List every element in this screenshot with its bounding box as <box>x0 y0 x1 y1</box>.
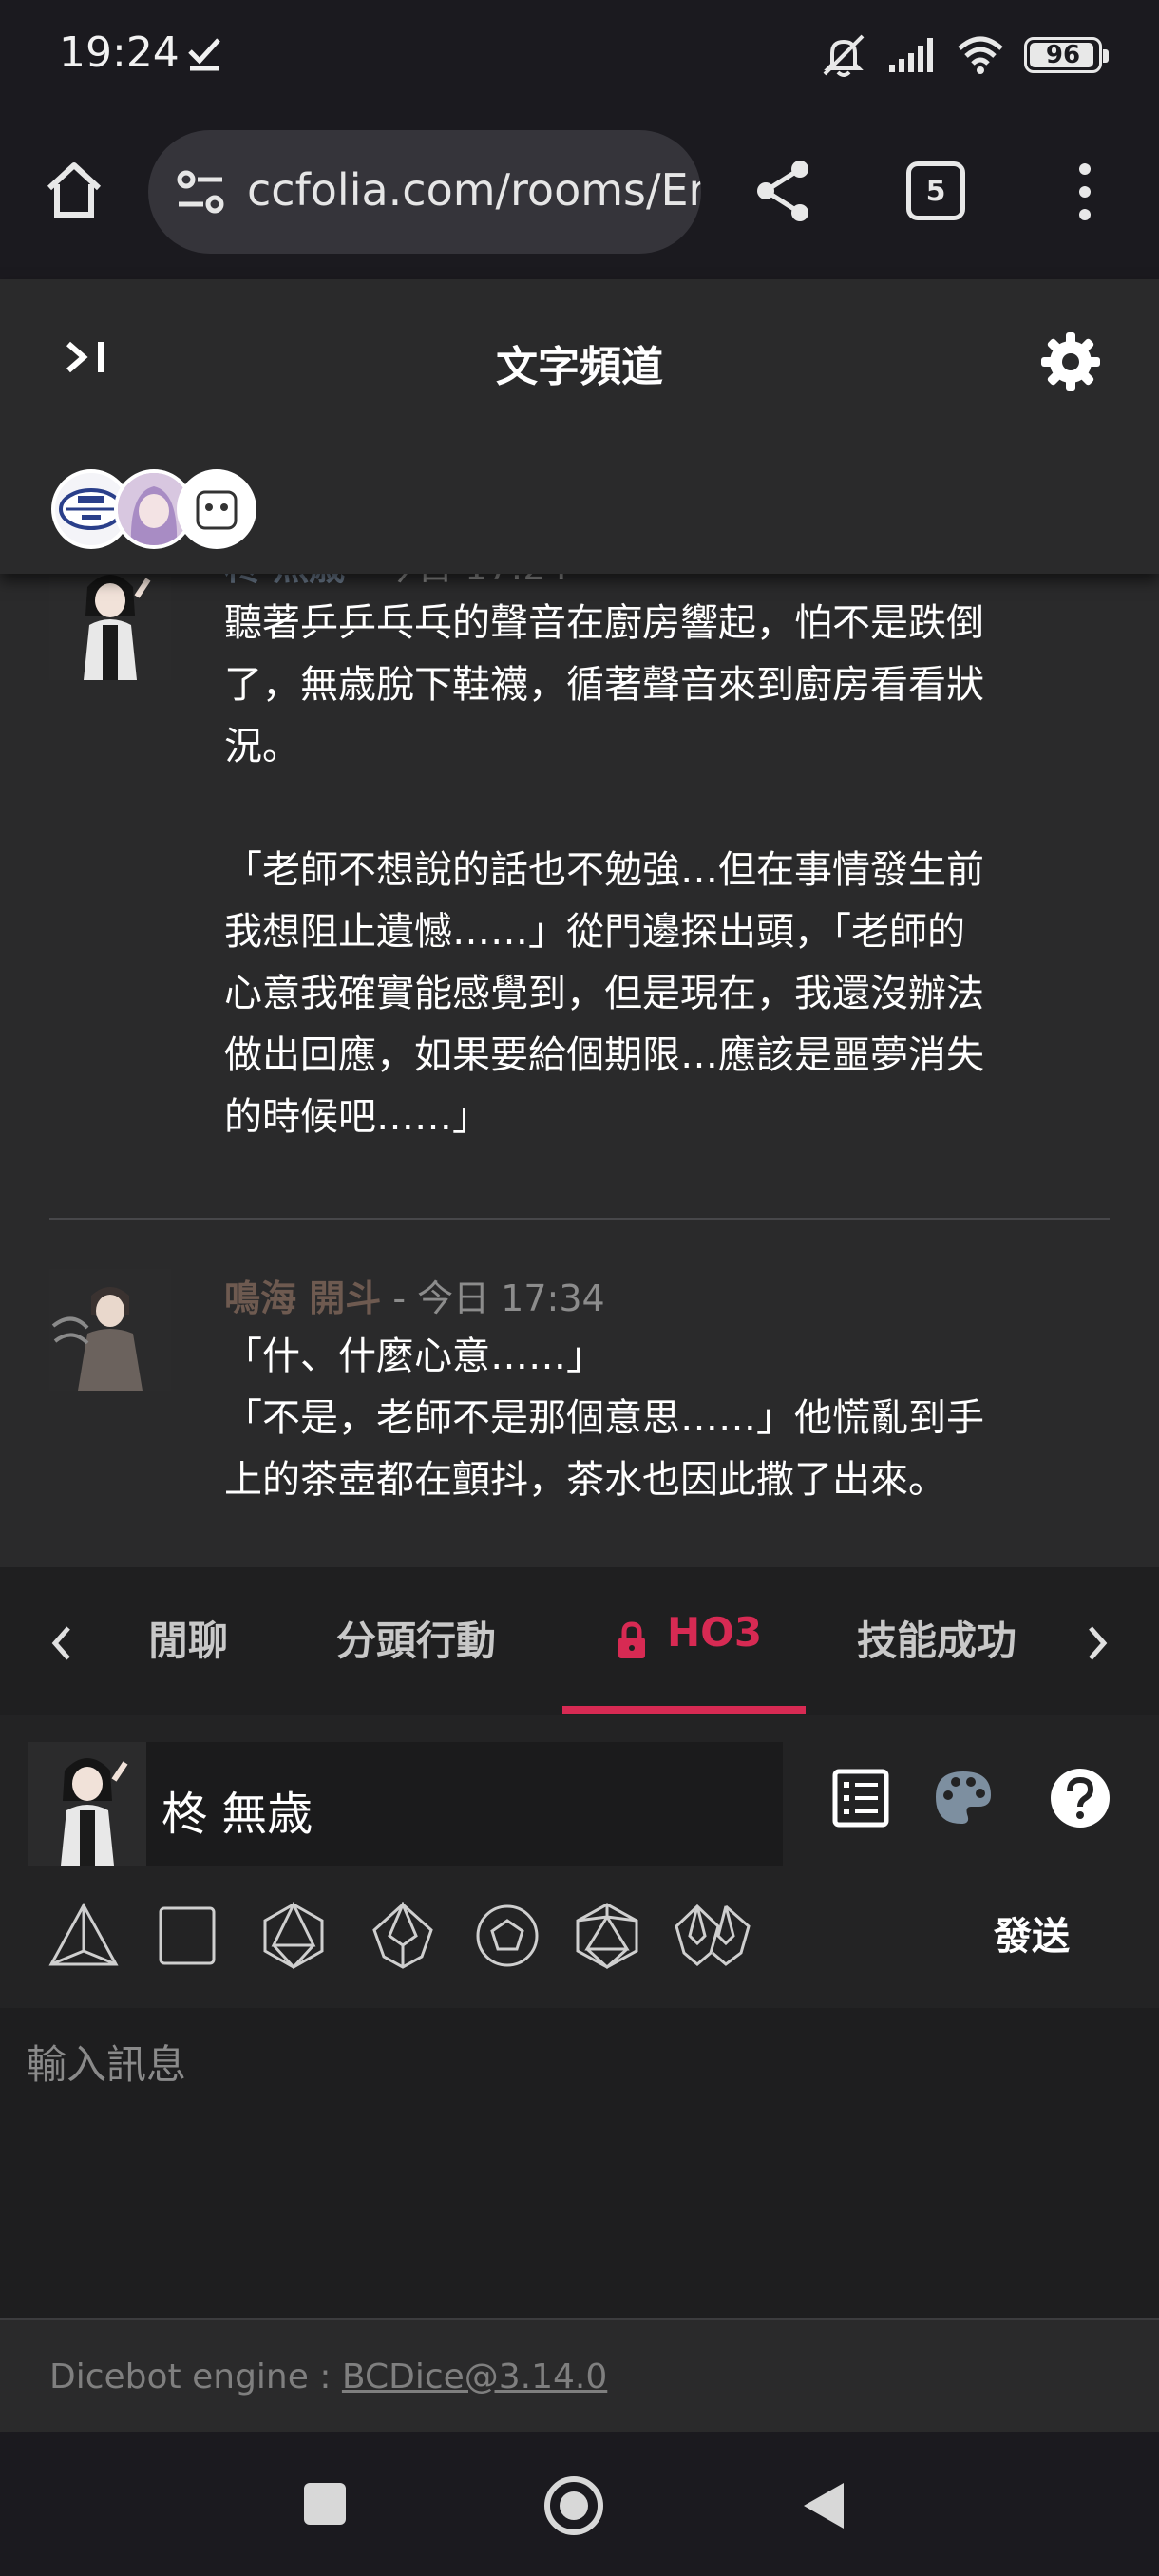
status-bar: 19:24 96 <box>0 0 1159 114</box>
tab-split-action[interactable]: 分頭行動 <box>336 1609 496 1667</box>
d6-dice-icon[interactable] <box>158 1905 217 1966</box>
settings-gear-icon[interactable] <box>1039 331 1102 393</box>
message-input-placeholder: 輸入訊息 <box>27 2041 187 2088</box>
channel-tabs: 閒聊 分頭行動 HO3 技能成功 <box>0 1567 1159 1715</box>
footer: Dicebot engine : BCDice@3.14.0 <box>0 2318 1159 2432</box>
sender-name: 鳴海 開斗 <box>224 1278 382 1319</box>
tab-ho3[interactable]: HO3 <box>667 1609 762 1656</box>
message-list[interactable]: 柊 無歳 - 今日 17:24 聽著乒乒乓乓的聲音在廚房響起，怕不是跌倒 了，無… <box>0 532 1159 1567</box>
battery-icon: 96 <box>1024 37 1109 73</box>
dicebot-engine-text: Dicebot engine : BCDice@3.14.0 <box>49 2358 607 2396</box>
chat-message: 鳴海 開斗 - 今日 17:34 「什、什麼心意……」 「不是，老師不是那個意思… <box>49 1269 1110 1554</box>
list-icon[interactable] <box>832 1769 889 1828</box>
message-avatar[interactable] <box>49 1269 171 1391</box>
d100-dice-icon[interactable] <box>673 1904 752 1968</box>
tab-skill-success[interactable]: 技能成功 <box>857 1609 1016 1667</box>
character-selector[interactable]: 柊 無歳 <box>28 1742 783 1866</box>
message-time: - 今日 17:34 <box>381 1278 605 1319</box>
message-text: 「什、什麼心意……」 「不是，老師不是那個意思……」他慌亂到手 上的茶壺都在顫抖… <box>224 1335 984 1502</box>
character-portrait <box>49 559 171 680</box>
task-done-icon <box>188 38 220 71</box>
back-icon[interactable] <box>800 2479 847 2532</box>
tab-chat[interactable]: 閒聊 <box>148 1609 228 1667</box>
system-nav-bar <box>0 2432 1159 2576</box>
palette-icon[interactable] <box>933 1769 994 1828</box>
home-icon[interactable] <box>42 158 106 222</box>
site-settings-icon[interactable] <box>175 168 226 216</box>
channel-header: 文字頻道 <box>0 279 1159 574</box>
dicebot-label: Dicebot engine : <box>49 2358 342 2396</box>
lock-icon <box>618 1621 645 1658</box>
d20-dice-icon[interactable] <box>574 1902 640 1970</box>
tab-switcher-button[interactable]: 5 <box>906 161 965 220</box>
message-header: 鳴海 開斗 - 今日 17:34 <box>224 1269 605 1321</box>
url-text: ccfolia.com/rooms/Er <box>247 164 701 216</box>
recents-icon[interactable] <box>302 2481 348 2527</box>
help-icon[interactable] <box>1049 1767 1112 1829</box>
participant-avatar[interactable] <box>177 469 256 549</box>
character-portrait <box>49 1269 171 1391</box>
d8-dice-icon[interactable] <box>262 1902 325 1970</box>
send-button[interactable]: 發送 <box>994 1905 1070 1960</box>
message-avatar[interactable] <box>49 559 171 680</box>
d4-dice-icon[interactable] <box>48 1902 120 1970</box>
more-vert-icon[interactable] <box>1068 160 1102 224</box>
chat-message: 柊 無歳 - 今日 17:24 聽著乒乒乓乓的聲音在廚房響起，怕不是跌倒 了，無… <box>49 546 1110 1195</box>
home-nav-icon[interactable] <box>543 2475 604 2536</box>
d12-dice-icon[interactable] <box>475 1902 540 1970</box>
message-text: 聽著乒乒乓乓的聲音在廚房響起，怕不是跌倒 了，無歳脫下鞋襪，循著聲音來到廚房看看… <box>224 601 984 1139</box>
avatar-sketch <box>180 473 253 545</box>
participant-avatars <box>51 469 256 549</box>
d10-dice-icon[interactable] <box>370 1902 435 1970</box>
chevron-left-icon[interactable] <box>49 1624 74 1662</box>
battery-percent: 96 <box>1045 41 1081 69</box>
message-input[interactable]: 輸入訊息 <box>0 2008 1159 2318</box>
character-name: 柊 無歳 <box>162 1788 314 1841</box>
browser-toolbar: ccfolia.com/rooms/Er 5 <box>0 114 1159 279</box>
status-time: 19:24 <box>59 28 180 77</box>
active-tab-indicator <box>562 1706 806 1714</box>
status-icons: 96 <box>819 32 1109 78</box>
message-composer: 柊 無歳 發送 輸入訊息 <box>0 1715 1159 2318</box>
character-avatar[interactable] <box>28 1742 146 1866</box>
signal-icon <box>889 38 933 72</box>
message-divider <box>49 1218 1110 1220</box>
chevron-right-icon[interactable] <box>1085 1624 1110 1662</box>
wifi-icon <box>958 36 1003 74</box>
address-bar[interactable]: ccfolia.com/rooms/Er <box>148 130 701 254</box>
share-icon[interactable] <box>752 158 815 224</box>
mute-vibrate-icon <box>823 34 864 77</box>
page-title: 文字頻道 <box>496 343 663 391</box>
bcdice-link[interactable]: BCDice@3.14.0 <box>342 2358 607 2396</box>
character-portrait <box>28 1742 146 1866</box>
